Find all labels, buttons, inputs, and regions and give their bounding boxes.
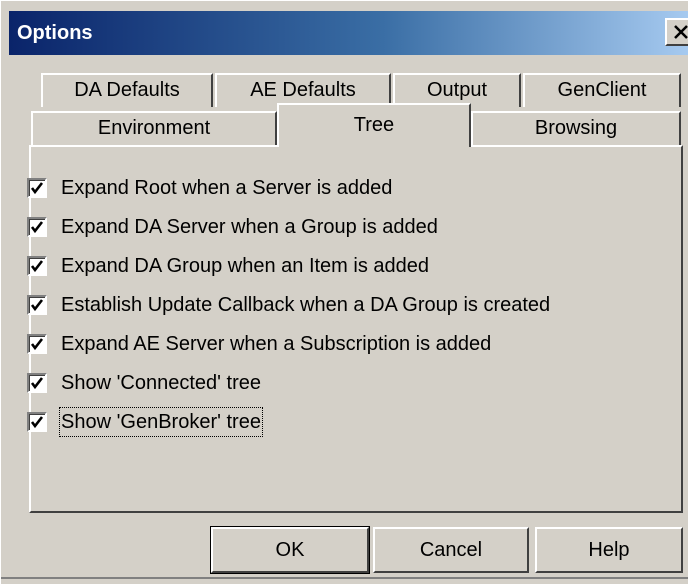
help-button[interactable]: Help: [535, 527, 683, 573]
tab-output[interactable]: Output: [393, 73, 521, 107]
checkmark-icon: [30, 182, 44, 195]
option-label: Expand Root when a Server is added: [61, 177, 393, 199]
option-label: Expand AE Server when a Subscription is …: [61, 333, 492, 355]
option-label: Establish Update Callback when a DA Grou…: [61, 294, 551, 316]
option-label: Show 'GenBroker' tree: [59, 407, 263, 437]
checkbox[interactable]: [27, 178, 47, 198]
checkbox[interactable]: [27, 412, 47, 432]
checkbox[interactable]: [27, 256, 47, 276]
ok-button[interactable]: OK: [210, 526, 370, 574]
checkmark-icon: [30, 299, 44, 312]
tab-tree[interactable]: Tree: [277, 103, 471, 147]
checkmark-icon: [30, 377, 44, 390]
tab-genclient[interactable]: GenClient: [523, 73, 681, 107]
cancel-button[interactable]: Cancel: [373, 527, 529, 573]
option-label: Show 'Connected' tree: [61, 372, 261, 394]
title-bar[interactable]: Options: [9, 11, 688, 55]
checkbox[interactable]: [27, 295, 47, 315]
close-icon: [674, 25, 688, 39]
option-label: Expand DA Group when an Item is added: [61, 255, 430, 277]
bottom-edge: [1, 577, 688, 579]
close-button[interactable]: [665, 18, 688, 46]
checkmark-icon: [30, 221, 44, 234]
checkmark-icon: [30, 338, 44, 351]
checkmark-icon: [30, 416, 44, 429]
checkbox[interactable]: [27, 373, 47, 393]
tab-environment[interactable]: Environment: [31, 111, 277, 145]
tab-browsing[interactable]: Browsing: [471, 111, 681, 145]
checkmark-icon: [30, 260, 44, 273]
dialog-title: Options: [17, 22, 93, 44]
option-label: Expand DA Server when a Group is added: [61, 216, 438, 238]
checkbox[interactable]: [27, 334, 47, 354]
options-dialog: Options DA Defaults AE Defaults Output G…: [0, 0, 688, 584]
tab-ae-defaults[interactable]: AE Defaults: [215, 73, 391, 107]
checkbox[interactable]: [27, 217, 47, 237]
tab-da-defaults[interactable]: DA Defaults: [41, 73, 213, 107]
